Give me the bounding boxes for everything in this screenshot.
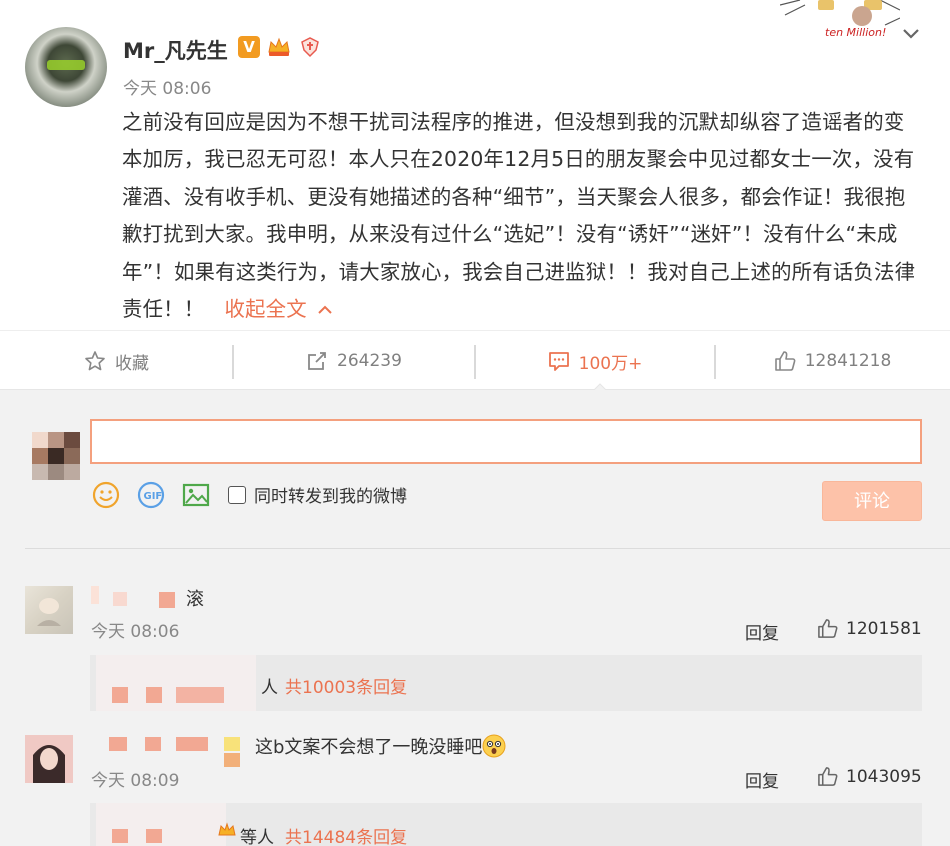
also-repost-checkbox[interactable]: [228, 485, 246, 504]
reply-button[interactable]: 回复: [745, 619, 779, 644]
comment-avatar[interactable]: [25, 586, 73, 634]
also-repost-option[interactable]: 同时转发到我的微博: [228, 482, 407, 507]
sub-replies-summary[interactable]: 人 共10003条回复: [90, 655, 922, 711]
reply-button[interactable]: 回复: [745, 767, 779, 792]
post-action-bar: 收藏 264239 100万+ 12841218: [0, 330, 950, 390]
current-user-avatar[interactable]: [32, 432, 80, 480]
comment-like-button[interactable]: 1201581: [817, 618, 922, 639]
masked-users: [112, 829, 128, 843]
svg-text:GIF: GIF: [144, 491, 163, 502]
author-name[interactable]: Mr_凡先生: [123, 35, 228, 65]
also-repost-label: 同时转发到我的微博: [254, 487, 407, 507]
author-badges: V: [238, 36, 322, 58]
like-count: 12841218: [804, 351, 892, 371]
comment-like-count: 1201581: [846, 618, 922, 639]
shocked-emoji-icon: [482, 734, 506, 758]
sub-reply-people: 等人: [240, 828, 274, 846]
comment-count: 100万+: [578, 353, 643, 374]
masked-username: [159, 592, 175, 608]
repost-button[interactable]: 264239: [233, 331, 475, 391]
masked-users: [176, 687, 224, 703]
comment-icon: [548, 352, 569, 371]
comment-text: 这b文案不会想了一晚没睡吧: [255, 733, 506, 759]
post-body-text: 之前没有回应是因为不想干扰司法程序的推进，但没想到我的沉默却纵容了造谣者的变本加…: [122, 110, 916, 322]
image-icon[interactable]: [181, 480, 211, 510]
gif-icon[interactable]: GIF: [136, 480, 166, 510]
sub-reply-count[interactable]: 共10003条回复: [285, 673, 407, 698]
composer-divider: [25, 548, 950, 549]
comment-like-button[interactable]: 1043095: [817, 766, 922, 787]
favorite-label: 收藏: [115, 353, 149, 374]
vip-crown-icon: [218, 822, 236, 836]
like-button[interactable]: 12841218: [715, 331, 950, 391]
masked-username: [145, 737, 161, 751]
comment-avatar[interactable]: [25, 735, 73, 783]
masked-username: [113, 592, 127, 606]
post-body: 之前没有回应是因为不想干扰司法程序的推进，但没想到我的沉默却纵容了造谣者的变本加…: [122, 104, 922, 328]
favorite-button[interactable]: 收藏: [0, 331, 233, 391]
chevron-up-icon[interactable]: [317, 291, 333, 328]
masked-username: [109, 737, 127, 751]
comment-button[interactable]: 100万+: [475, 331, 715, 391]
weibo-post: Mr_凡先生 V 今天 08:06 ten Million! 之前没有回应是因为…: [0, 0, 950, 330]
comment-input[interactable]: [90, 419, 922, 464]
submit-comment-button[interactable]: 评论: [822, 481, 922, 521]
masked-users: [146, 687, 162, 703]
verified-badge[interactable]: V: [238, 36, 260, 58]
comment-like-count: 1043095: [846, 766, 922, 787]
collapse-link[interactable]: 收起全文: [211, 297, 333, 321]
vip-crown-icon[interactable]: [266, 36, 292, 58]
comment-text: 滚: [186, 589, 204, 610]
chevron-down-icon[interactable]: [900, 25, 922, 43]
comment-composer: [0, 390, 950, 548]
sub-replies-summary[interactable]: 等人 共14484条回复: [90, 803, 922, 846]
emoji-icon[interactable]: [91, 480, 121, 510]
like-icon: [818, 767, 838, 786]
masked-username: [91, 586, 99, 604]
repost-count: 264239: [337, 351, 402, 371]
masked-username: [176, 737, 208, 751]
like-icon: [818, 619, 838, 638]
comment-time[interactable]: 今天 08:09: [91, 766, 179, 791]
star-icon: [85, 351, 105, 371]
fan-badge-icon[interactable]: [298, 36, 322, 58]
masked-username: [224, 737, 240, 751]
like-icon: [774, 351, 796, 371]
masked-username: [224, 753, 240, 767]
author-avatar[interactable]: [25, 27, 107, 107]
comment-time[interactable]: 今天 08:06: [91, 617, 179, 642]
corner-decoration: ten Million!: [780, 0, 900, 39]
comment-text-content: 这b文案不会想了一晚没睡吧: [255, 737, 483, 758]
post-time[interactable]: 今天 08:06: [123, 74, 211, 99]
corner-decoration-text: ten Million!: [825, 26, 886, 39]
sub-reply-count[interactable]: 共14484条回复: [285, 823, 407, 846]
masked-users: [146, 829, 162, 843]
masked-users: [112, 687, 128, 703]
sub-reply-people: 人: [261, 678, 278, 698]
repost-icon: [308, 352, 326, 370]
collapse-label[interactable]: 收起全文: [224, 297, 306, 321]
